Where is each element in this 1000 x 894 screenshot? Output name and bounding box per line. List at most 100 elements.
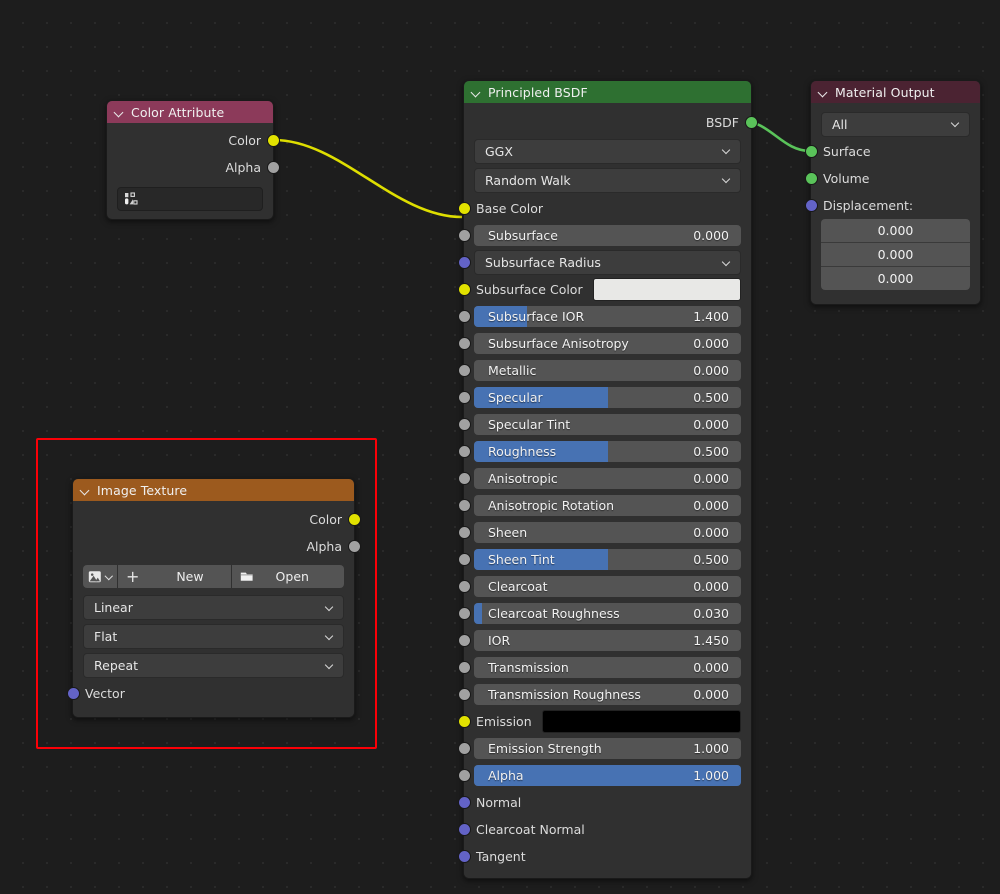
chevron-down-icon[interactable]	[472, 88, 481, 97]
dropdown-row-subsurface-method[interactable]: Random Walk	[464, 165, 751, 195]
input-row-emission-strength[interactable]: Emission Strength 1.000	[457, 735, 751, 762]
socket-clearcoat[interactable]	[457, 580, 471, 593]
slider-subsurface-ior[interactable]: Subsurface IOR 1.400	[474, 306, 741, 327]
subsurface-color-swatch[interactable]	[592, 278, 741, 301]
open-image-button[interactable]: Open	[231, 565, 344, 588]
input-row-sheen[interactable]: Sheen 0.000	[457, 519, 751, 546]
output-row-alpha[interactable]: Alpha	[73, 533, 361, 560]
slider-sheen-tint[interactable]: Sheen Tint 0.500	[474, 549, 741, 570]
slider-transmission[interactable]: Transmission 0.000	[474, 657, 741, 678]
output-row-bsdf[interactable]: BSDF	[464, 107, 758, 137]
input-row-alpha[interactable]: Alpha 1.000	[457, 762, 751, 789]
input-row-specular-tint[interactable]: Specular Tint 0.000	[457, 411, 751, 438]
slider-clearcoat-roughness[interactable]: Clearcoat Roughness 0.030	[474, 603, 741, 624]
input-row-transmission[interactable]: Transmission 0.000	[457, 654, 751, 681]
socket-transmission[interactable]	[457, 661, 471, 674]
input-row-base-color[interactable]: Base Color	[457, 195, 751, 222]
subsurface-method-dropdown[interactable]: Random Walk	[474, 167, 741, 193]
dropdown-row-distribution[interactable]: GGX	[464, 137, 751, 165]
node-color-attribute[interactable]: Color Attribute Color Alpha	[106, 100, 280, 220]
socket-transmission-roughness[interactable]	[457, 688, 471, 701]
input-row-normal[interactable]: Normal	[457, 789, 751, 816]
input-row-ior[interactable]: IOR 1.450	[457, 627, 751, 654]
displacement-y-field[interactable]: 0.000	[821, 243, 970, 267]
distribution-dropdown[interactable]: GGX	[474, 138, 741, 164]
socket-color-out[interactable]	[347, 513, 361, 526]
socket-vector[interactable]	[66, 687, 80, 700]
slider-sheen[interactable]: Sheen 0.000	[474, 522, 741, 543]
target-dropdown[interactable]: All	[821, 111, 970, 137]
slider-specular[interactable]: Specular 0.500	[474, 387, 741, 408]
socket-subsurface-color[interactable]	[457, 283, 471, 296]
input-row-anisotropic[interactable]: Anisotropic 0.000	[457, 465, 751, 492]
socket-alpha-out[interactable]	[347, 540, 361, 553]
socket-specular[interactable]	[457, 391, 471, 404]
projection-row[interactable]: Flat	[73, 622, 354, 651]
socket-subsurface-radius[interactable]	[457, 256, 471, 269]
input-row-roughness[interactable]: Roughness 0.500	[457, 438, 751, 465]
input-row-subsurface-radius[interactable]: Subsurface Radius	[457, 249, 751, 276]
socket-emission[interactable]	[457, 715, 471, 728]
socket-ior[interactable]	[457, 634, 471, 647]
slider-metallic[interactable]: Metallic 0.000	[474, 360, 741, 381]
socket-subsurface[interactable]	[457, 229, 471, 242]
node-principled-bsdf[interactable]: Principled BSDF BSDF GGX Random Walk Bas…	[457, 80, 758, 879]
socket-emission-strength[interactable]	[457, 742, 471, 755]
input-row-vector[interactable]: Vector	[66, 680, 354, 707]
image-selector[interactable]: + New Open	[83, 565, 344, 588]
socket-subsurface-anisotropy[interactable]	[457, 337, 471, 350]
attribute-name-field[interactable]	[117, 187, 263, 211]
socket-normal[interactable]	[457, 796, 471, 809]
input-row-subsurface[interactable]: Subsurface 0.000	[457, 222, 751, 249]
output-row-color[interactable]: Color	[73, 506, 361, 533]
socket-displacement[interactable]	[804, 199, 818, 212]
input-row-clearcoat[interactable]: Clearcoat 0.000	[457, 573, 751, 600]
chevron-down-icon[interactable]	[81, 486, 90, 495]
node-editor-canvas[interactable]: Color Attribute Color Alpha Principled B…	[0, 0, 1000, 894]
chevron-down-icon[interactable]	[819, 88, 828, 97]
node-header-principled-bsdf[interactable]: Principled BSDF	[464, 81, 751, 103]
socket-subsurface-ior[interactable]	[457, 310, 471, 323]
node-header-image-texture[interactable]: Image Texture	[73, 479, 354, 501]
slider-transmission-roughness[interactable]: Transmission Roughness 0.000	[474, 684, 741, 705]
new-image-button[interactable]: + New	[118, 565, 231, 588]
socket-base-color[interactable]	[457, 202, 471, 215]
slider-emission-strength[interactable]: Emission Strength 1.000	[474, 738, 741, 759]
node-image-texture[interactable]: Image Texture Color Alpha + New Open Lin…	[66, 478, 361, 718]
extension-row[interactable]: Repeat	[73, 651, 354, 680]
input-row-transmission-roughness[interactable]: Transmission Roughness 0.000	[457, 681, 751, 708]
interpolation-dropdown[interactable]: Linear	[83, 595, 344, 620]
input-row-sheen-tint[interactable]: Sheen Tint 0.500	[457, 546, 751, 573]
socket-roughness[interactable]	[457, 445, 471, 458]
displacement-z-field[interactable]: 0.000	[821, 267, 970, 290]
input-row-emission[interactable]: Emission	[457, 708, 751, 735]
socket-clearcoat-roughness[interactable]	[457, 607, 471, 620]
socket-volume[interactable]	[804, 172, 818, 185]
socket-bsdf-out[interactable]	[744, 115, 758, 129]
target-dropdown-row[interactable]: All	[811, 110, 980, 138]
slider-clearcoat[interactable]: Clearcoat 0.000	[474, 576, 741, 597]
input-row-clearcoat-normal[interactable]: Clearcoat Normal	[457, 816, 751, 843]
input-row-subsurface-color[interactable]: Subsurface Color	[457, 276, 751, 303]
slider-subsurface[interactable]: Subsurface 0.000	[474, 225, 741, 246]
extension-dropdown[interactable]: Repeat	[83, 653, 344, 678]
socket-alpha[interactable]	[457, 769, 471, 782]
socket-anisotropic-rotation[interactable]	[457, 499, 471, 512]
socket-specular-tint[interactable]	[457, 418, 471, 431]
slider-anisotropic[interactable]: Anisotropic 0.000	[474, 468, 741, 489]
socket-metallic[interactable]	[457, 364, 471, 377]
output-row-color[interactable]: Color	[107, 127, 280, 154]
socket-color-out[interactable]	[266, 134, 280, 147]
subsurface-radius-dropdown[interactable]: Subsurface Radius	[474, 250, 741, 275]
emission-color-swatch[interactable]	[541, 710, 741, 733]
interpolation-row[interactable]: Linear	[73, 593, 354, 622]
slider-subsurface-anisotropy[interactable]: Subsurface Anisotropy 0.000	[474, 333, 741, 354]
input-row-anisotropic-rotation[interactable]: Anisotropic Rotation 0.000	[457, 492, 751, 519]
slider-alpha[interactable]: Alpha 1.000	[474, 765, 741, 786]
socket-tangent[interactable]	[457, 850, 471, 863]
socket-anisotropic[interactable]	[457, 472, 471, 485]
socket-sheen[interactable]	[457, 526, 471, 539]
input-row-specular[interactable]: Specular 0.500	[457, 384, 751, 411]
input-row-tangent[interactable]: Tangent	[457, 843, 751, 870]
node-header-color-attribute[interactable]: Color Attribute	[107, 101, 273, 123]
